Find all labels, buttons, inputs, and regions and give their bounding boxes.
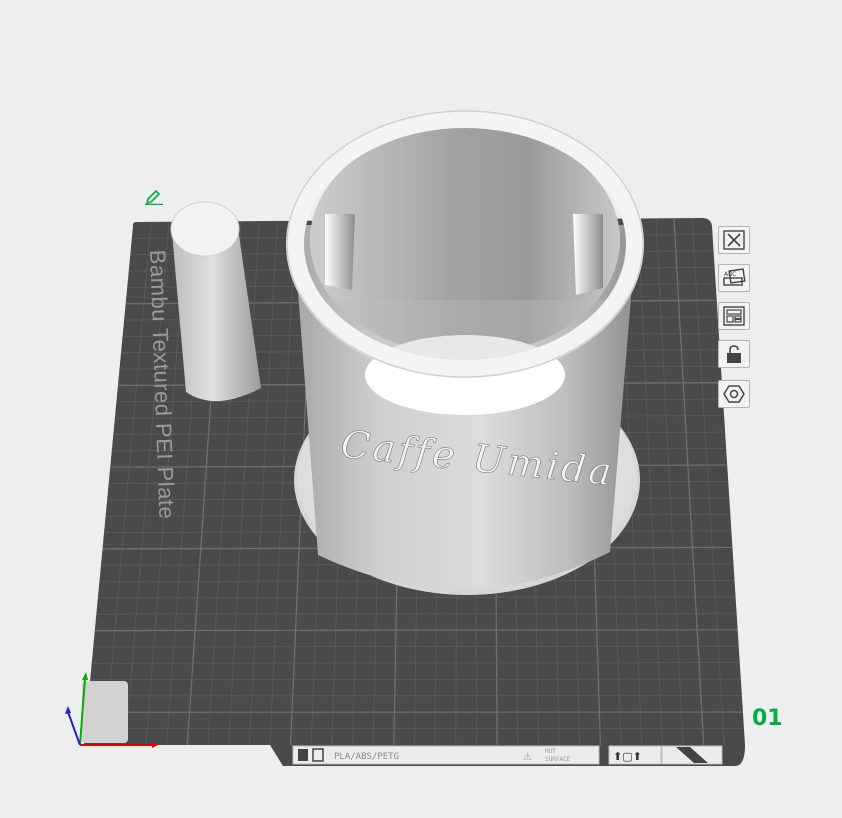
svg-text:ABC: ABC — [724, 271, 736, 278]
origin-corner-square — [82, 681, 128, 743]
plate-info-strip: PLA/ABS/PETG ⚠ HOT SURFACE ⬆▢⬆ — [292, 745, 723, 765]
settings-hex-icon — [723, 385, 745, 403]
lock-plate-button[interactable] — [718, 340, 750, 368]
pick-object-button[interactable]: ABC — [718, 264, 750, 292]
plate-orientation-icons: ⬆▢⬆ — [613, 750, 642, 763]
hot-surface-line1: HOT — [545, 748, 556, 755]
filament-label: PLA/ABS/PETG — [334, 752, 399, 762]
grid-line — [94, 629, 738, 632]
close-icon — [723, 230, 745, 250]
hot-surface-line2: SURFACE — [545, 756, 571, 763]
cup-model[interactable]: Caffe Umida — [286, 110, 644, 595]
warning-icon: ⚠ — [523, 752, 532, 763]
layout-icon — [298, 749, 308, 761]
plate-settings-button[interactable] — [718, 380, 750, 408]
plate-number: 01 — [752, 706, 783, 731]
arrange-icon — [723, 306, 745, 326]
edit-plate-name-icon[interactable] — [143, 185, 165, 206]
lock-icon — [727, 345, 741, 363]
arrange-button[interactable] — [718, 302, 750, 330]
pick-object-icon: ABC — [723, 268, 746, 286]
delete-plate-button[interactable] — [718, 226, 750, 254]
grid-line — [90, 678, 741, 681]
